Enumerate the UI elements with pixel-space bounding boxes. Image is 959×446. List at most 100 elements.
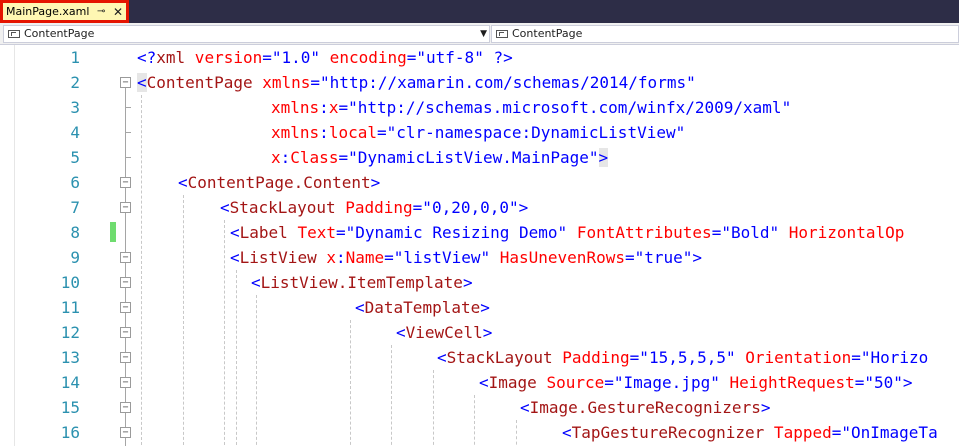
collapse-icon[interactable]: −: [120, 277, 131, 288]
code-token: Image.GestureRecognizers: [529, 398, 761, 417]
tab-mainpage-xaml[interactable]: MainPage.xaml ⊸ ✕: [0, 0, 129, 23]
code-token: =": [629, 348, 649, 367]
code-token: ": [682, 248, 693, 267]
code-token: local: [328, 123, 377, 142]
code-token: StackLayout: [446, 348, 553, 367]
code-line[interactable]: 6 − <ContentPage.Content>: [0, 170, 959, 195]
collapse-icon[interactable]: −: [120, 202, 131, 213]
collapse-icon[interactable]: −: [120, 377, 131, 388]
code-token: http://schemas.microsoft.com/winfx/2009/…: [357, 98, 782, 117]
code-line[interactable]: 14− <Image Source="Image.jpg" HeightReque…: [0, 370, 959, 395]
code-line[interactable]: 15 − <Image.GestureRecognizers>: [0, 395, 959, 420]
code-text: <StackLayout Padding="0,20,0,0">: [220, 195, 528, 220]
code-token: >: [902, 373, 913, 392]
code-token: HeightRequest: [719, 373, 855, 392]
code-token: =": [384, 248, 404, 267]
pin-icon[interactable]: ⊸: [97, 5, 105, 19]
code-token: x: [328, 98, 339, 117]
member-dropdown-label: ContentPage: [512, 27, 583, 40]
code-line[interactable]: 16 − <TapGestureRecognizer Tapped="OnImage…: [0, 420, 959, 445]
code-text: xmlns:x="http://schemas.microsoft.com/wi…: [271, 95, 791, 120]
chevron-down-icon: ▼: [480, 29, 487, 39]
code-token: xmlns: [271, 123, 320, 142]
code-token: ContentPage: [146, 73, 253, 92]
collapse-icon[interactable]: −: [120, 302, 131, 313]
line-number: 3: [70, 98, 80, 117]
type-dropdown-label: ContentPage: [24, 27, 95, 40]
line-number: 8: [70, 223, 80, 242]
code-text: <ViewCell>: [396, 320, 492, 345]
code-token: =": [854, 373, 874, 392]
collapse-icon[interactable]: −: [120, 327, 131, 338]
line-number: 16: [60, 423, 80, 442]
code-token: =": [851, 348, 871, 367]
code-token: ": [769, 223, 780, 242]
code-token: Bold: [730, 223, 770, 242]
collapse-icon[interactable]: −: [120, 177, 131, 188]
code-token: x: [271, 148, 281, 167]
type-dropdown[interactable]: ContentPage ▼: [3, 25, 490, 43]
code-text: <Label Text="Dynamic Resizing Demo" Font…: [230, 220, 904, 245]
code-line[interactable]: 1 <?xml version="1.0" encoding="utf-8" ?>: [0, 45, 959, 70]
close-icon[interactable]: ✕: [113, 5, 123, 19]
tab-title: MainPage.xaml: [6, 5, 90, 18]
code-token: Text: [287, 223, 336, 242]
code-token: =": [338, 148, 358, 167]
collapse-icon[interactable]: −: [120, 252, 131, 263]
code-token: ": [509, 198, 519, 217]
code-line[interactable]: 3 xmlns:x="http://schemas.microsoft.com/w…: [0, 95, 959, 120]
code-token: xmlns: [252, 73, 311, 92]
code-line[interactable]: 7 − <StackLayout Padding="0,20,0,0">: [0, 195, 959, 220]
code-token: Tapped: [764, 423, 832, 442]
code-token: Name: [345, 248, 385, 267]
code-token: ViewCell: [405, 323, 483, 342]
code-text: <Image Source="Image.jpg" HeightRequest=…: [479, 370, 913, 395]
collapse-icon[interactable]: −: [120, 427, 131, 438]
code-line[interactable]: 2 − <ContentPage xmlns="http://xamarin.com…: [0, 70, 959, 95]
code-token: ?>: [483, 48, 513, 67]
navigation-bar: ContentPage ▼ ContentPage: [0, 23, 959, 45]
collapse-icon[interactable]: −: [120, 352, 131, 363]
code-token: ": [726, 348, 736, 367]
code-line[interactable]: 11 − <DataTemplate>: [0, 295, 959, 320]
line-number: 13: [60, 348, 80, 367]
code-token: =": [406, 48, 427, 67]
code-token: <: [251, 273, 261, 292]
code-line[interactable]: 13 − <StackLayout Padding="15,5,5,5" Orien…: [0, 345, 959, 370]
code-token: encoding: [320, 48, 407, 67]
code-line[interactable]: 9− <ListView x:Name="listView" HasUnevenR…: [0, 245, 959, 270]
code-token: ": [675, 123, 686, 142]
code-token: HorizontalOp: [779, 223, 905, 242]
code-token: <: [178, 173, 188, 192]
code-text: <Image.GestureRecognizers>: [520, 395, 770, 420]
code-text: <StackLayout Padding="15,5,5,5" Orientat…: [437, 345, 928, 370]
code-line[interactable]: 8 <Label Text="Dynamic Resizing Demo" Fon…: [0, 220, 959, 245]
code-line[interactable]: 4 xmlns:local="clr-namespace:DynamicListV…: [0, 120, 959, 145]
code-token: =": [624, 248, 645, 267]
code-token: :: [319, 98, 329, 117]
code-line[interactable]: 10 − <ListView.ItemTemplate>: [0, 270, 959, 295]
code-token: =": [310, 73, 330, 92]
code-token: =": [711, 223, 731, 242]
code-token: =": [262, 48, 282, 67]
code-text: <ListView x:Name="listView" HasUnevenRow…: [230, 245, 702, 270]
code-token: version: [185, 48, 263, 67]
collapse-icon[interactable]: −: [120, 77, 131, 88]
class-icon: [496, 30, 508, 38]
code-line[interactable]: 12 − <ViewCell>: [0, 320, 959, 345]
line-number: 10: [60, 273, 80, 292]
code-token: =": [376, 123, 397, 142]
code-token: Horizo: [870, 348, 929, 367]
line-number: 5: [70, 148, 80, 167]
member-dropdown[interactable]: ContentPage: [491, 25, 959, 43]
code-editor[interactable]: 1 <?xml version="1.0" encoding="utf-8" ?>…: [0, 45, 959, 446]
document-tab-bar: [0, 0, 959, 23]
code-token: ListView.ItemTemplate: [260, 273, 463, 292]
line-number: 4: [70, 123, 80, 142]
code-token: >: [462, 273, 473, 292]
code-token: 50: [873, 373, 894, 392]
collapse-icon[interactable]: −: [120, 402, 131, 413]
code-token: >: [482, 323, 493, 342]
code-token: OnImageTa: [851, 423, 938, 442]
code-line[interactable]: 5 x:Class="DynamicListView.MainPage">: [0, 145, 959, 170]
